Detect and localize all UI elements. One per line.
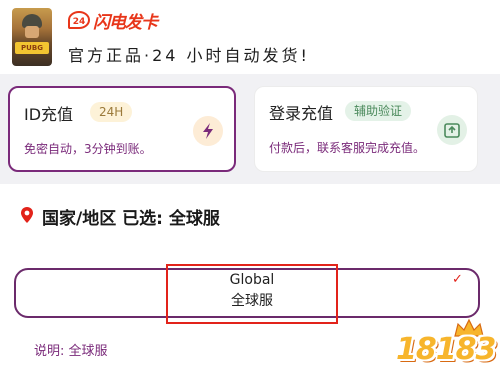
region-option-label: Global 全球服 — [166, 270, 338, 312]
login-recharge-desc: 付款后，联系客服完成充值。 — [269, 141, 426, 155]
watermark-logo: 18183 — [392, 318, 496, 378]
id-recharge-card[interactable]: ID充值 24H 免密自动，3分钟到账。 — [8, 86, 236, 172]
id-recharge-desc: 免密自动，3分钟到账。 — [24, 142, 152, 156]
region-header: 国家/地区 已选: 全球服 — [20, 204, 220, 229]
id-recharge-tag: 24H — [90, 102, 133, 122]
login-recharge-tag: 辅助验证 — [345, 101, 412, 121]
login-recharge-card[interactable]: 登录充值 辅助验证 付款后，联系客服完成充值。 — [254, 86, 478, 172]
logo-mark: 24 — [68, 11, 90, 29]
id-recharge-title: ID充值 — [24, 105, 74, 124]
check-icon: ✓ — [452, 272, 463, 287]
login-recharge-title: 登录充值 — [269, 104, 334, 123]
share-box-icon — [437, 115, 467, 145]
location-pin-icon — [20, 206, 34, 228]
option-label-line1: Global — [229, 272, 275, 288]
region-title: 国家/地区 已选: 全球服 — [42, 209, 220, 229]
game-thumbnail: PUBG — [12, 8, 52, 66]
product-tagline: 官方正品·24 小时自动发货! — [68, 46, 310, 65]
product-header: PUBG 24 闪电发卡 官方正品·24 小时自动发货! — [0, 0, 500, 74]
brand-logo: 24 闪电发卡 — [68, 9, 158, 33]
watermark-text: 18183 — [396, 332, 496, 367]
region-note: 说明: 全球服 — [34, 344, 108, 359]
option-label-line2: 全球服 — [231, 293, 273, 309]
lightning-icon — [193, 116, 223, 146]
logo-text: 闪电发卡 — [93, 12, 158, 33]
